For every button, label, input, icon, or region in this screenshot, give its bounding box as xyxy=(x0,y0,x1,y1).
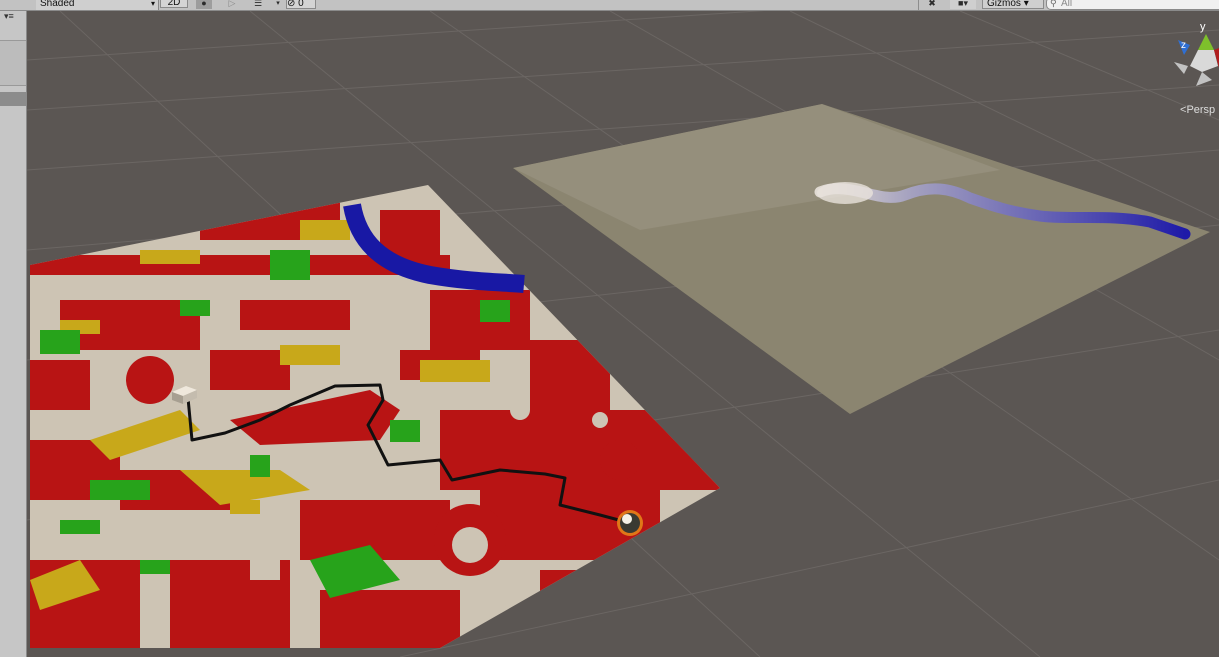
search-icon: ⚲ xyxy=(1050,0,1057,8)
speaker-icon[interactable]: ▷ xyxy=(224,0,240,9)
draw-mode-label: Shaded xyxy=(40,0,75,9)
image-layers-icon[interactable]: ☰ xyxy=(250,0,266,9)
search-input[interactable]: ⚲ All xyxy=(1046,0,1219,10)
hierarchy-tab[interactable] xyxy=(0,40,26,86)
search-placeholder: All xyxy=(1061,0,1073,9)
chevron-down-icon: ▾ xyxy=(1023,0,1029,9)
chevron-down-icon: ▾ xyxy=(150,0,155,8)
agent-sphere[interactable] xyxy=(617,510,643,536)
selected-row[interactable] xyxy=(0,92,26,106)
hierarchy-panel: ▾≡ xyxy=(0,0,27,657)
toggle-2d-button[interactable]: 2D xyxy=(160,0,188,8)
scene-toolbar: Shaded ▾ 2D ● ▷ ☰ ▾ ⊘ 0 ✖ ■▾ Gizmos ▾ ⚲ … xyxy=(0,0,1219,11)
hidden-objects-toggle[interactable]: ⊘ 0 xyxy=(286,0,316,9)
scene-view[interactable]: y z xyxy=(27,11,1219,657)
camera-icon[interactable]: ■▾ xyxy=(950,0,976,9)
draw-mode-dropdown[interactable]: Shaded ▾ xyxy=(36,0,159,10)
toolbar-divider xyxy=(918,0,919,10)
terrain-grid-map[interactable] xyxy=(30,185,720,650)
tools-icon[interactable]: ✖ xyxy=(924,0,940,9)
gizmos-dropdown[interactable]: Gizmos ▾ xyxy=(982,0,1044,9)
hidden-count: 0 xyxy=(298,0,304,9)
axis-z-label: z xyxy=(1181,40,1186,51)
axis-y-label: y xyxy=(1200,21,1206,33)
light-bulb-icon[interactable]: ● xyxy=(196,0,212,9)
eye-slash-icon: ⊘ xyxy=(287,0,296,9)
influence-map-plane[interactable] xyxy=(513,104,1210,414)
y-axis-cone-icon[interactable] xyxy=(1198,34,1214,50)
effects-dropdown-icon[interactable]: ▾ xyxy=(270,0,286,9)
gizmos-label: Gizmos xyxy=(987,0,1021,9)
projection-label[interactable]: <Persp xyxy=(1180,104,1215,116)
panel-menu-icon[interactable]: ▾≡ xyxy=(4,11,14,22)
